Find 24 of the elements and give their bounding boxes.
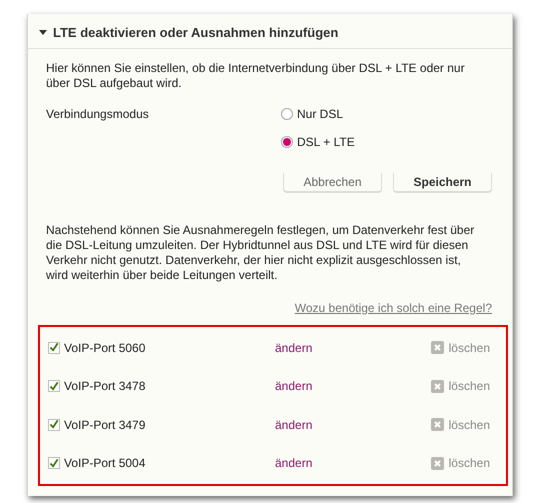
rule-name: VoIP-Port 3479 bbox=[64, 416, 146, 434]
save-button[interactable]: Speichern bbox=[393, 172, 492, 192]
intro-text: Hier können Sie einstellen, ob die Internetverbindung über DSL + LTE oder nur über DSL aufgebaut wird. bbox=[46, 60, 466, 90]
caret-icon bbox=[39, 30, 47, 36]
edit-link[interactable]: ändern bbox=[275, 338, 312, 357]
edit-link[interactable]: ändern bbox=[275, 454, 312, 472]
radio-option[interactable]: DSL + LTE bbox=[281, 132, 355, 150]
checkbox[interactable] bbox=[48, 457, 60, 470]
cancel-button[interactable]: Abbrechen bbox=[283, 172, 382, 192]
checkbox[interactable] bbox=[48, 380, 60, 392]
radio-button[interactable] bbox=[281, 108, 293, 120]
exceptions-text: Nachstehend können Sie Ausnahmeregeln festlegen, um Datenverkehr fest über die DSL-Leitung umzuleiten. Der Hybridtunnel aus DSL und LTE wird für diesen Verkehr nicht genutzt. Datenverkehr, der hier nicht explizit ausgeschlossen ist, wird weiterhin über beide Leitungen verteilt. bbox=[46, 222, 476, 282]
rule-name: VoIP-Port 3478 bbox=[64, 378, 146, 396]
section-header[interactable]: LTE deaktivieren oder Ausnahmen hinzufügen bbox=[39, 14, 338, 42]
mode-label: Verbindungsmodus bbox=[46, 106, 150, 122]
edit-link[interactable]: ändern bbox=[275, 377, 312, 396]
radio-option[interactable]: Nur DSL bbox=[281, 104, 355, 122]
rule-name: VoIP-Port 5060 bbox=[64, 340, 146, 357]
checkbox[interactable] bbox=[48, 418, 60, 431]
radio-button[interactable] bbox=[281, 136, 293, 148]
rule-name: VoIP-Port 5004 bbox=[64, 455, 146, 472]
checkbox[interactable] bbox=[48, 342, 60, 354]
help-link[interactable]: Wozu benötige ich solch eine Regel? bbox=[294, 298, 492, 316]
edit-link[interactable]: ändern bbox=[275, 416, 312, 434]
